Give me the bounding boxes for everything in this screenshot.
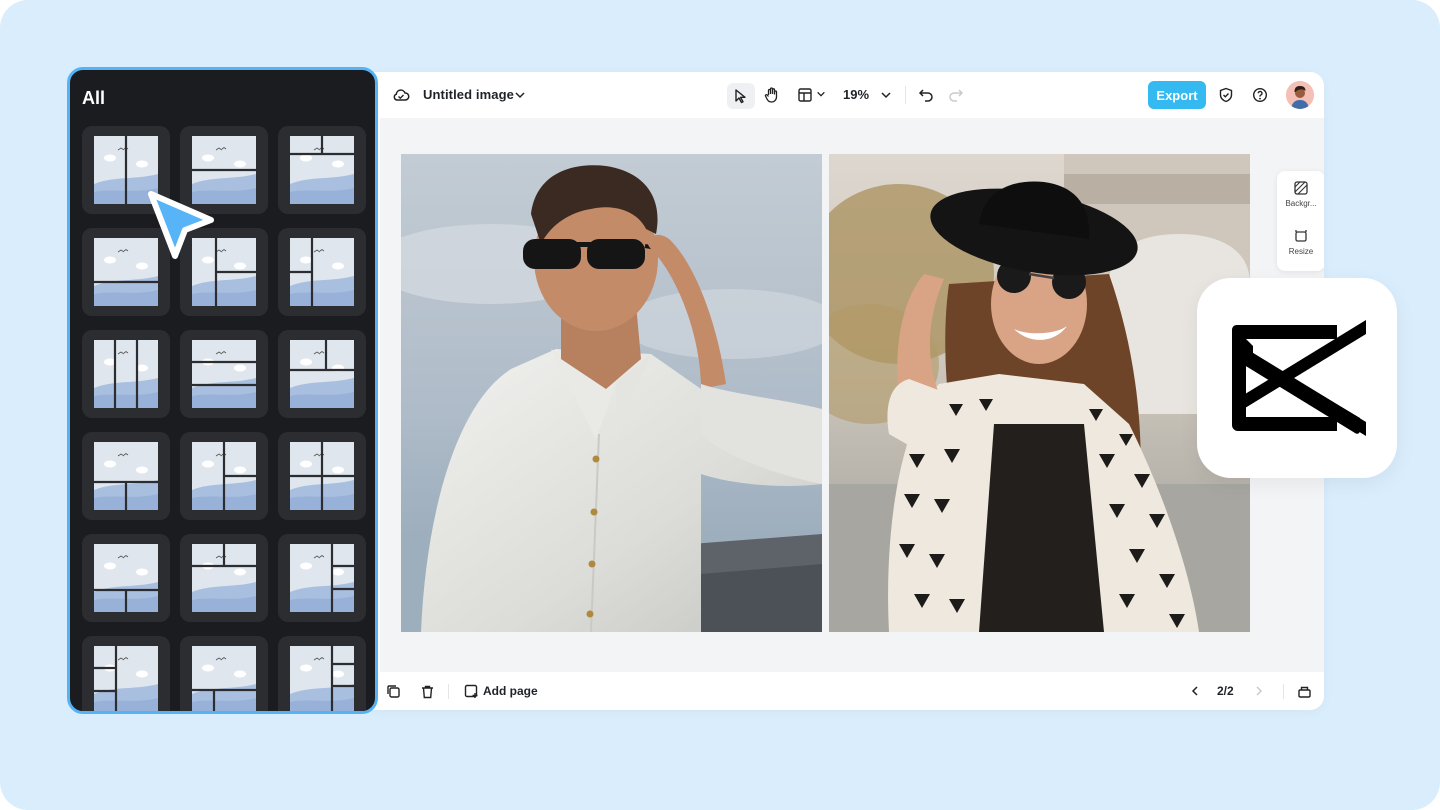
next-page-icon[interactable] (1252, 684, 1266, 698)
document-title[interactable]: Untitled image (423, 87, 514, 102)
template-tile[interactable] (278, 534, 366, 622)
template-thumbnail (192, 340, 256, 408)
top-toolbar: Untitled image 19% Export (372, 72, 1324, 118)
page-indicator: 2/2 (1217, 684, 1234, 698)
template-thumbnail (192, 442, 256, 510)
template-thumbnail (94, 544, 158, 612)
add-page-icon[interactable] (463, 683, 479, 699)
avatar[interactable] (1286, 81, 1314, 109)
prev-page-icon[interactable] (1188, 684, 1202, 698)
zoom-chevron-icon[interactable] (879, 88, 893, 102)
template-tile[interactable] (278, 126, 366, 214)
template-thumbnail (290, 442, 354, 510)
pages-panel-icon[interactable] (1296, 683, 1312, 699)
help-icon[interactable] (1251, 86, 1269, 104)
photo-woman-hat[interactable] (829, 154, 1250, 632)
capcut-logo-icon (1232, 320, 1366, 436)
template-tile[interactable] (180, 432, 268, 520)
template-tile[interactable] (82, 330, 170, 418)
mouse-cursor-icon (148, 191, 214, 259)
zoom-level[interactable]: 19% (843, 87, 869, 102)
template-thumbnail (290, 544, 354, 612)
panel-title: All (82, 88, 106, 108)
template-thumbnail (94, 442, 158, 510)
template-tile[interactable] (278, 228, 366, 316)
template-thumbnail (290, 136, 354, 204)
add-page-button[interactable]: Add page (483, 684, 538, 698)
resize-tool[interactable]: Resize (1277, 229, 1324, 256)
duplicate-page-icon[interactable] (385, 683, 401, 699)
resize-label: Resize (1288, 247, 1314, 256)
template-thumbnail (192, 646, 256, 711)
template-thumbnail (290, 646, 354, 711)
capcut-logo (1197, 278, 1397, 478)
resize-icon (1295, 230, 1307, 242)
redo-icon[interactable] (947, 86, 965, 104)
bottom-divider-right (1283, 684, 1284, 699)
layout-chevron-icon[interactable] (815, 88, 827, 100)
template-thumbnail (94, 340, 158, 408)
template-tile[interactable] (278, 330, 366, 418)
trash-icon[interactable] (419, 683, 435, 699)
template-tile[interactable] (180, 330, 268, 418)
background-tool[interactable]: Backgr... (1277, 181, 1324, 208)
template-tile[interactable] (82, 636, 170, 711)
template-panel: All (67, 67, 378, 714)
template-tile[interactable] (82, 432, 170, 520)
template-thumbnail (192, 544, 256, 612)
editor-window: Untitled image 19% Export Backgr... Resi… (372, 72, 1324, 710)
photo-man-sunglasses[interactable] (401, 154, 822, 632)
shield-icon[interactable] (1217, 86, 1235, 104)
template-thumbnail (94, 646, 158, 711)
background-icon (1294, 181, 1308, 195)
template-tile[interactable] (180, 636, 268, 711)
template-thumbnail (290, 340, 354, 408)
template-thumbnail (290, 238, 354, 306)
export-button[interactable]: Export (1148, 81, 1206, 109)
cloud-icon[interactable] (392, 86, 410, 104)
template-tile[interactable] (278, 636, 366, 711)
side-tool-panel: Backgr... Resize (1277, 171, 1324, 271)
undo-icon[interactable] (917, 86, 935, 104)
chevron-down-icon[interactable] (513, 88, 527, 102)
bottom-divider (448, 684, 449, 699)
design-canvas[interactable]: Backgr... Resize (380, 118, 1324, 672)
template-tile[interactable] (278, 432, 366, 520)
template-tile[interactable] (180, 534, 268, 622)
toolbar-divider (905, 86, 906, 104)
template-tile[interactable] (82, 534, 170, 622)
select-pointer-icon[interactable] (727, 83, 755, 109)
layout-icon[interactable] (796, 86, 814, 104)
bottom-bar: Add page 2/2 (372, 672, 1324, 710)
background-stage: Untitled image 19% Export Backgr... Resi… (0, 0, 1440, 810)
hand-icon[interactable] (762, 85, 782, 105)
background-label: Backgr... (1285, 199, 1317, 208)
